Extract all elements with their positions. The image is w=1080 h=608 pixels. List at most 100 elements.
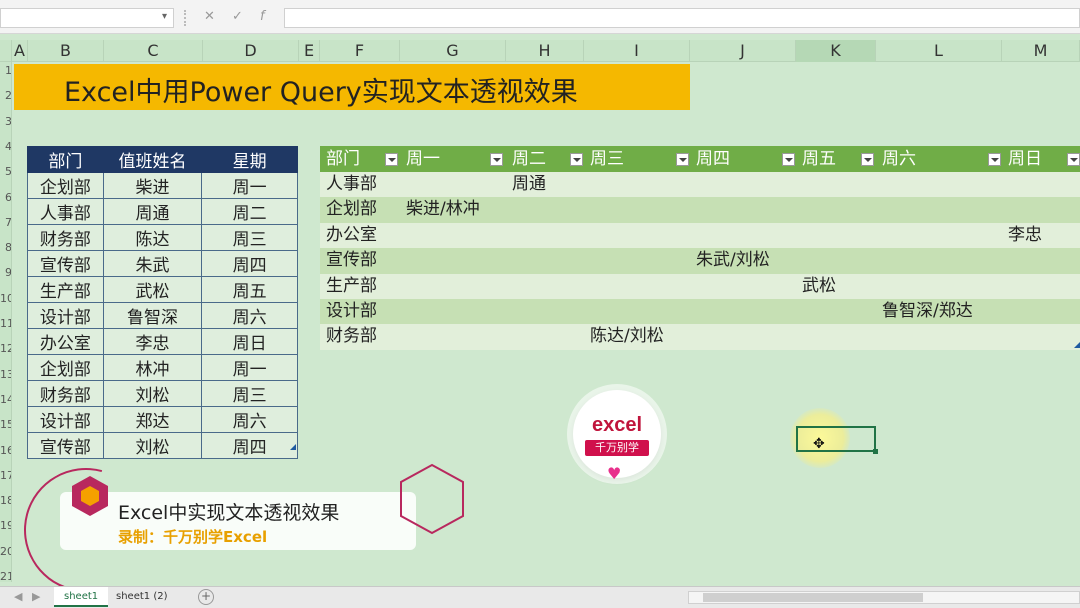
cell-department[interactable]: 宣传部	[27, 432, 104, 459]
horizontal-scrollbar[interactable]	[688, 591, 1080, 604]
pivot-cell-value[interactable]	[876, 197, 882, 222]
filter-dropdown-icon[interactable]	[1067, 153, 1080, 166]
pivot-cell-value[interactable]	[506, 223, 512, 248]
column-header-h[interactable]: H	[506, 40, 584, 62]
row-header-6[interactable]: 6	[0, 191, 11, 204]
sheet-tab-sheet1[interactable]: sheet1	[54, 587, 109, 607]
pivot-cell-value[interactable]	[584, 248, 590, 273]
pivot-cell-value[interactable]	[506, 274, 512, 299]
filter-dropdown-icon[interactable]	[861, 153, 874, 166]
cell-department[interactable]: 财务部	[27, 380, 104, 407]
pivot-cell-value[interactable]	[584, 197, 590, 222]
cell-duty-name[interactable]: 周通	[102, 198, 203, 225]
cell-weekday[interactable]: 周三	[201, 380, 298, 407]
pivot-header-thu[interactable]: 周四	[690, 146, 730, 172]
row-header-8[interactable]: 8	[0, 241, 11, 254]
row-header-11[interactable]: 11	[0, 317, 11, 330]
cell-weekday[interactable]: 周三	[201, 224, 298, 251]
row-header-20[interactable]: 20	[0, 545, 11, 558]
add-sheet-button[interactable]: +	[198, 589, 214, 605]
select-all-corner[interactable]	[0, 40, 12, 62]
pivot-cell-department[interactable]: 生产部	[320, 274, 377, 299]
active-cell-k14[interactable]	[796, 426, 878, 454]
filter-dropdown-icon[interactable]	[782, 153, 795, 166]
cell-duty-name[interactable]: 李忠	[102, 328, 203, 355]
next-sheet-icon[interactable]: ▶	[32, 590, 40, 603]
pivot-cell-value[interactable]	[690, 172, 696, 197]
pivot-cell-value[interactable]	[690, 299, 696, 324]
pivot-cell-value[interactable]: 李忠	[1002, 223, 1042, 248]
pivot-header-mon[interactable]: 周一	[400, 146, 440, 172]
pivot-cell-value[interactable]	[506, 299, 512, 324]
column-header-e[interactable]: E	[299, 40, 320, 62]
confirm-icon[interactable]: ✓	[232, 9, 243, 24]
chevron-down-icon[interactable]: ▾	[162, 11, 167, 22]
pivot-cell-value[interactable]	[584, 274, 590, 299]
column-header-b[interactable]: B	[28, 40, 104, 62]
cell-duty-name[interactable]: 林冲	[102, 354, 203, 381]
pivot-cell-value[interactable]	[876, 172, 882, 197]
cell-weekday[interactable]: 周一	[201, 354, 298, 381]
pivot-header-tue[interactable]: 周二	[506, 146, 546, 172]
scrollbar-thumb[interactable]	[703, 593, 923, 602]
cell-department[interactable]: 人事部	[27, 198, 104, 225]
pivot-cell-department[interactable]: 办公室	[320, 223, 377, 248]
name-box[interactable]: ▾	[0, 8, 174, 28]
cell-department[interactable]: 财务部	[27, 224, 104, 251]
column-header-f[interactable]: F	[320, 40, 400, 62]
row-header-3[interactable]: 3	[0, 115, 11, 128]
pivot-cell-department[interactable]: 财务部	[320, 324, 377, 349]
pivot-cell-department[interactable]: 宣传部	[320, 248, 377, 273]
pivot-cell-value[interactable]	[796, 324, 802, 349]
column-header-i[interactable]: I	[584, 40, 690, 62]
row-header-13[interactable]: 13	[0, 368, 11, 381]
row-header-10[interactable]: 10	[0, 292, 11, 305]
pivot-cell-value[interactable]	[400, 299, 406, 324]
header-department[interactable]: 部门	[27, 146, 104, 173]
pivot-cell-value[interactable]	[1002, 299, 1008, 324]
pivot-cell-value[interactable]	[506, 324, 512, 349]
cell-duty-name[interactable]: 陈达	[102, 224, 203, 251]
filter-dropdown-icon[interactable]	[676, 153, 689, 166]
pivot-cell-value[interactable]	[400, 274, 406, 299]
row-header-4[interactable]: 4	[0, 140, 11, 153]
pivot-cell-value[interactable]	[400, 223, 406, 248]
pivot-cell-value[interactable]: 陈达/刘松	[584, 324, 664, 349]
cell-department[interactable]: 办公室	[27, 328, 104, 355]
pivot-cell-value[interactable]	[1002, 172, 1008, 197]
pivot-cell-value[interactable]	[690, 274, 696, 299]
cell-weekday[interactable]: 周二	[201, 198, 298, 225]
cell-department[interactable]: 企划部	[27, 172, 104, 199]
cell-weekday[interactable]: 周六	[201, 302, 298, 329]
pivot-cell-value[interactable]	[1002, 197, 1008, 222]
filter-dropdown-icon[interactable]	[490, 153, 503, 166]
pivot-cell-value[interactable]	[584, 223, 590, 248]
row-header-19[interactable]: 19	[0, 519, 11, 532]
sheet-tab-sheet1-2[interactable]: sheet1 (2)	[106, 587, 177, 607]
pivot-cell-department[interactable]: 人事部	[320, 172, 377, 197]
prev-sheet-icon[interactable]: ◀	[14, 590, 22, 603]
cell-department[interactable]: 生产部	[27, 276, 104, 303]
filter-dropdown-icon[interactable]	[385, 153, 398, 166]
header-duty-name[interactable]: 值班姓名	[102, 146, 203, 173]
cell-department[interactable]: 设计部	[27, 302, 104, 329]
cell-department[interactable]: 企划部	[27, 354, 104, 381]
pivot-cell-department[interactable]: 设计部	[320, 299, 377, 324]
column-header-a[interactable]: A	[12, 40, 28, 62]
column-header-c[interactable]: C	[104, 40, 203, 62]
pivot-cell-value[interactable]: 柴进/林冲	[400, 197, 480, 222]
table-resize-handle[interactable]	[1074, 342, 1080, 348]
pivot-cell-value[interactable]	[796, 223, 802, 248]
pivot-cell-value[interactable]	[584, 172, 590, 197]
cell-duty-name[interactable]: 刘松	[102, 432, 203, 459]
cell-weekday[interactable]: 周四	[201, 432, 298, 459]
row-header-18[interactable]: 18	[0, 494, 11, 507]
cell-duty-name[interactable]: 朱武	[102, 250, 203, 277]
cell-department[interactable]: 设计部	[27, 406, 104, 433]
row-header-9[interactable]: 9	[0, 266, 11, 279]
row-header-2[interactable]: 2	[0, 89, 11, 102]
pivot-cell-value[interactable]	[506, 197, 512, 222]
cell-duty-name[interactable]: 刘松	[102, 380, 203, 407]
cell-weekday[interactable]: 周四	[201, 250, 298, 277]
pivot-cell-value[interactable]	[796, 197, 802, 222]
